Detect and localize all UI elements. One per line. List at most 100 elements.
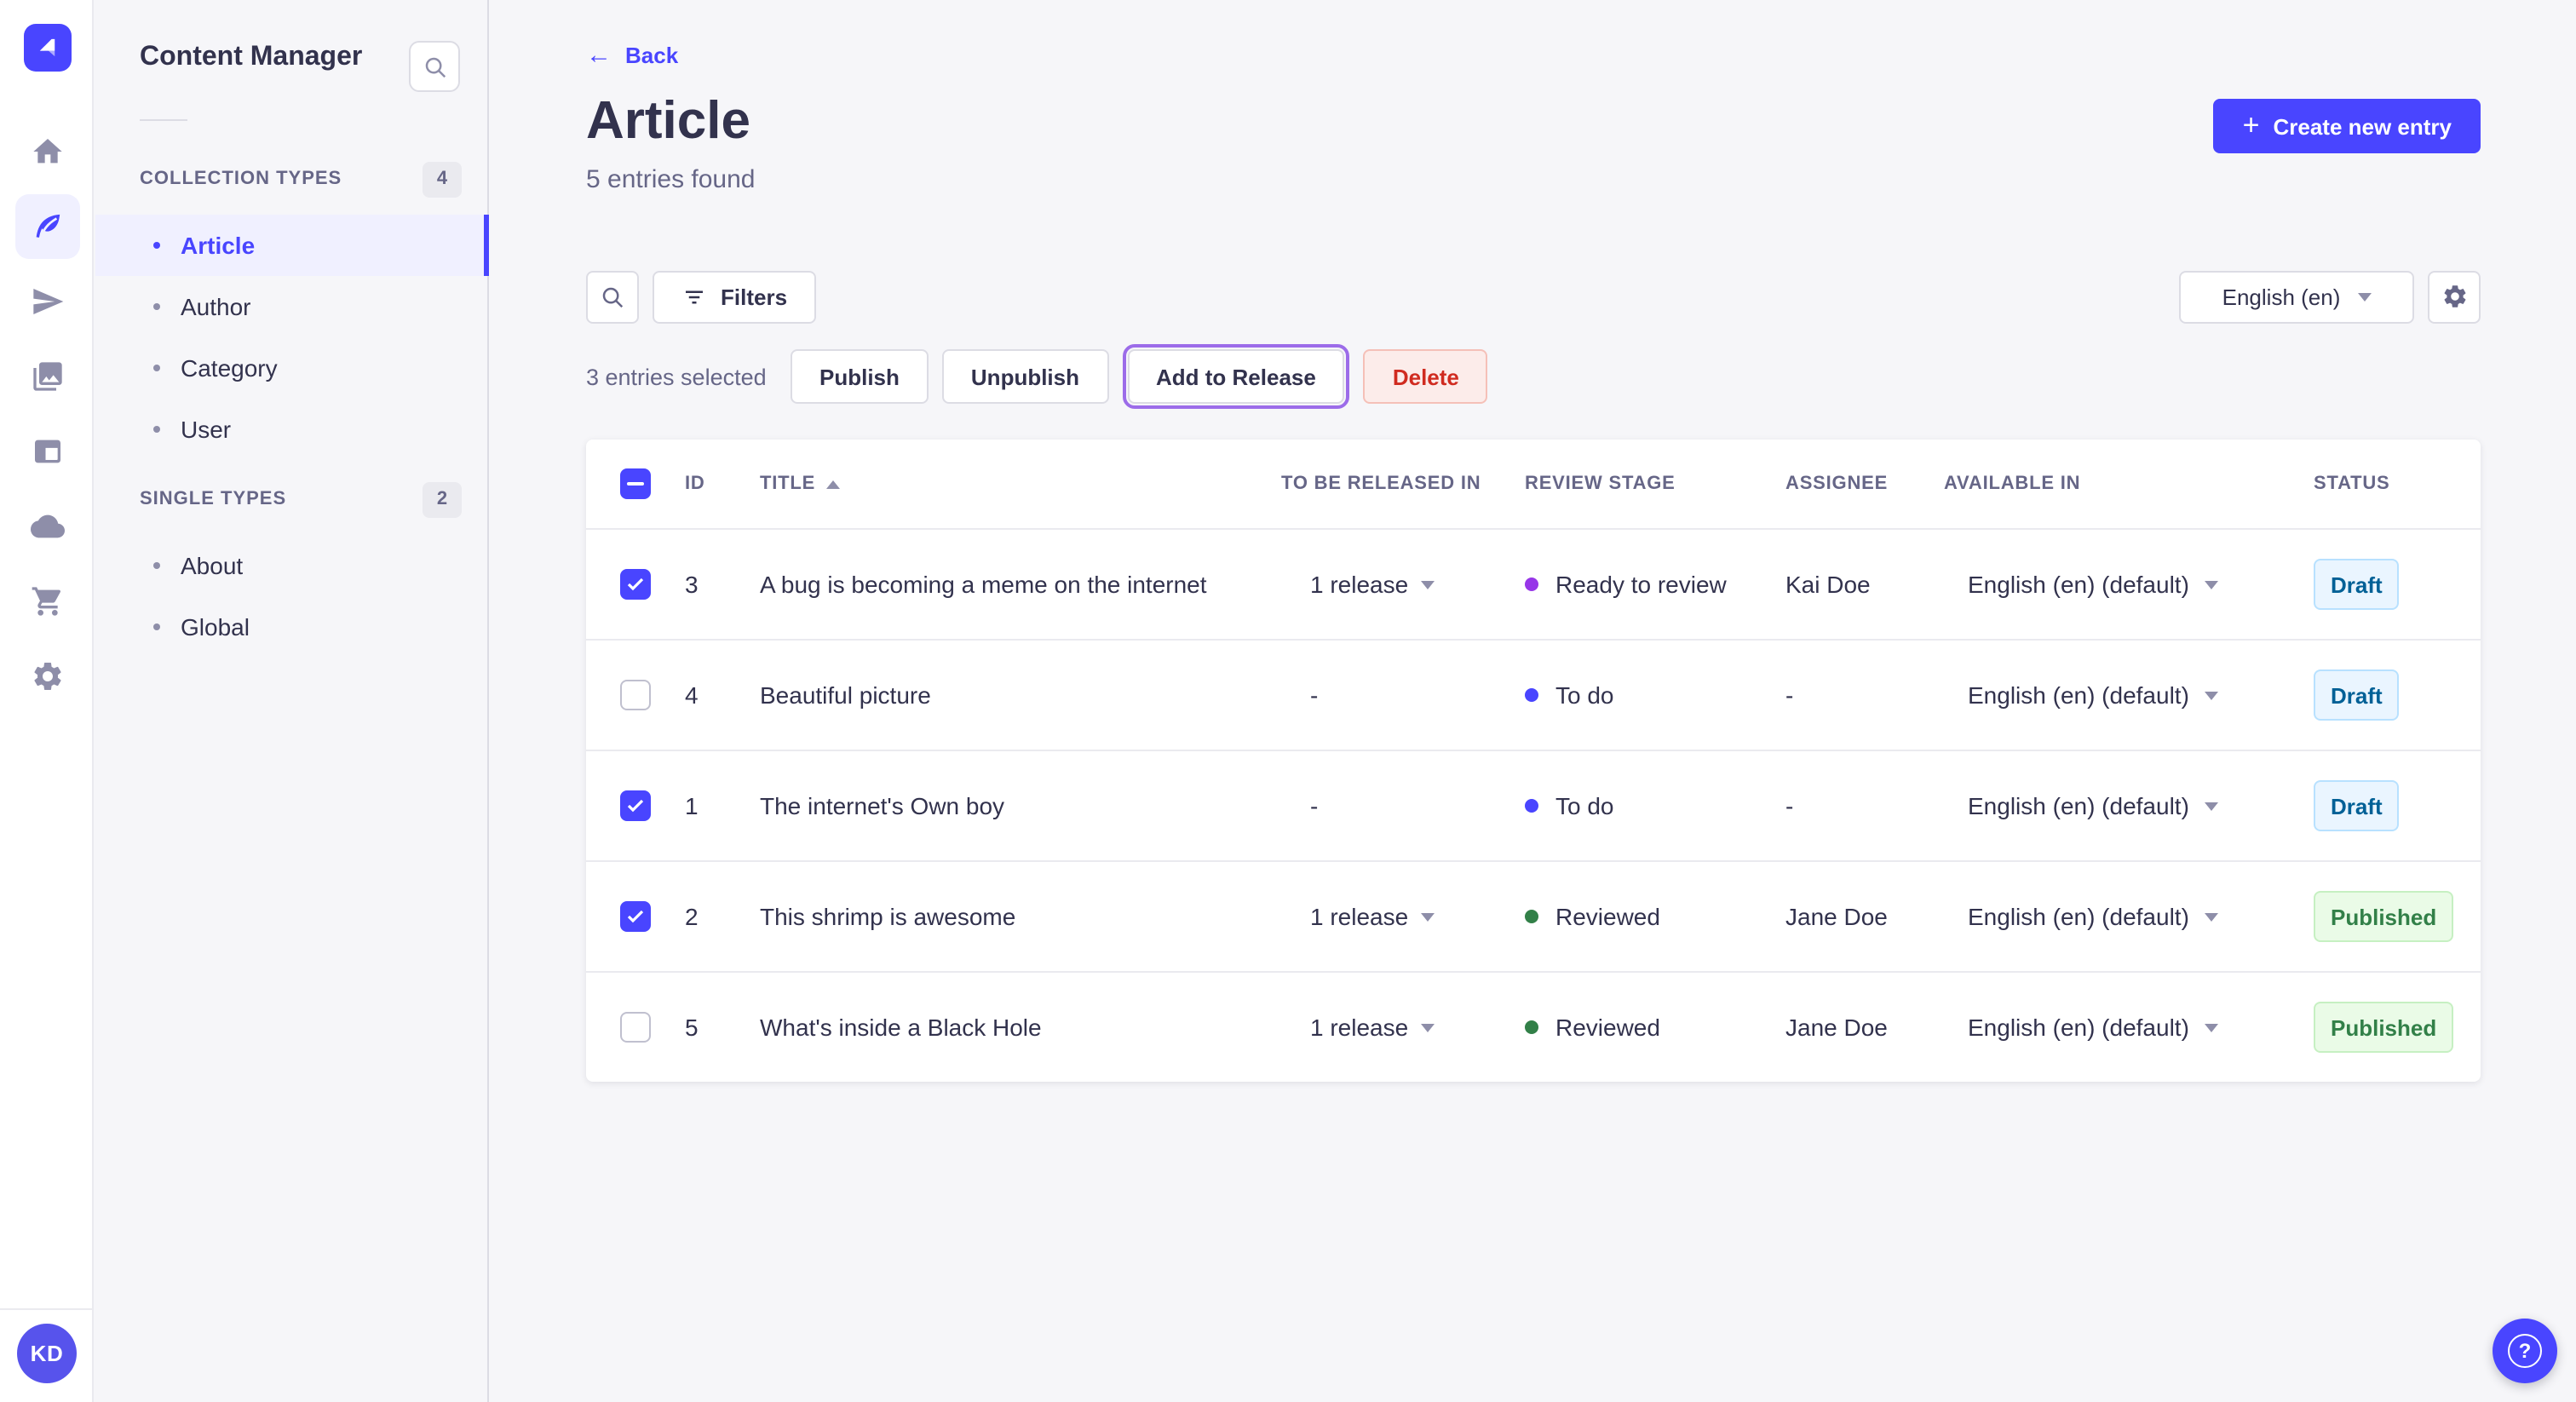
search-icon [424, 56, 446, 78]
row-checkbox[interactable] [620, 790, 651, 821]
table-row[interactable]: 2 This shrimp is awesome 1 release Revie… [586, 860, 2481, 971]
nav-content-manager[interactable] [14, 194, 79, 259]
cell-title: Beautiful picture [760, 681, 931, 709]
unpublish-button[interactable]: Unpublish [941, 349, 1108, 404]
strapi-logo-icon [39, 38, 55, 57]
sidebar-item-label: Global [181, 613, 250, 641]
cell-available-in[interactable]: English (en) (default) [1944, 792, 2314, 819]
bullet-icon [153, 623, 160, 630]
cell-available-in[interactable]: English (en) (default) [1944, 681, 2314, 709]
cell-release[interactable]: - [1281, 681, 1525, 709]
gear-icon [33, 663, 60, 690]
sort-ascending-icon [825, 480, 840, 488]
chevron-down-icon [2204, 691, 2218, 699]
nav-deploy[interactable] [14, 269, 79, 334]
search-icon [602, 286, 624, 307]
page-title: Article [586, 90, 750, 150]
row-checkbox[interactable] [620, 1012, 651, 1043]
review-stage-dot [1525, 910, 1538, 923]
table-row[interactable]: 3 A bug is becoming a meme on the intern… [586, 528, 2481, 639]
release-value: 1 release [1310, 1014, 1409, 1041]
cell-assignee: - [1785, 681, 1794, 709]
row-checkbox[interactable] [620, 569, 651, 600]
cell-available-in[interactable]: English (en) (default) [1944, 903, 2314, 930]
single-types-header: SINGLE TYPES 2 [95, 480, 489, 518]
entries-table: ID TITLE TO BE RELEASED IN REVIEW STAGE … [586, 440, 2481, 1082]
table-row[interactable]: 1 The internet's Own boy - To do - Engli… [586, 750, 2481, 860]
nav-media-library[interactable] [14, 344, 79, 409]
locale-select[interactable]: English (en) [2179, 270, 2414, 323]
create-new-entry-label: Create new entry [2273, 113, 2452, 139]
nav-marketplace[interactable] [14, 569, 79, 634]
chevron-down-icon [1420, 912, 1435, 921]
sidebar-item-label: About [181, 552, 244, 579]
delete-button[interactable]: Delete [1363, 349, 1488, 404]
cell-id: 4 [685, 681, 699, 709]
sidebar-item-author[interactable]: Author [95, 276, 489, 337]
help-button[interactable]: ? [2493, 1319, 2557, 1383]
cell-assignee: Jane Doe [1785, 903, 1888, 930]
row-checkbox[interactable] [620, 680, 651, 710]
table-row[interactable]: 4 Beautiful picture - To do - English (e… [586, 639, 2481, 750]
review-stage-dot [1525, 688, 1538, 702]
table-body: 3 A bug is becoming a meme on the intern… [586, 528, 2481, 1082]
column-header-title[interactable]: TITLE [760, 474, 1281, 494]
column-header-status: STATUS [2314, 474, 2390, 494]
sidebar-item-user[interactable]: User [95, 399, 489, 460]
cell-title: The internet's Own boy [760, 792, 1005, 819]
cell-release[interactable]: 1 release [1281, 1014, 1525, 1041]
status-badge: Published [2314, 891, 2454, 942]
nav-home[interactable] [14, 119, 79, 184]
nav-cloud[interactable] [14, 494, 79, 559]
cell-id: 2 [685, 903, 699, 930]
cloud-icon [30, 514, 64, 538]
sidebar-item-global[interactable]: Global [95, 596, 489, 658]
sidebar-item-label: Category [181, 354, 278, 382]
back-link[interactable]: ← Back [586, 43, 678, 68]
sidebar-item-category[interactable]: Category [95, 337, 489, 399]
selected-entries-text: 3 entries selected [586, 364, 767, 389]
sidebar-item-article[interactable]: Article [95, 215, 489, 276]
cell-review-stage: To do [1525, 681, 1785, 709]
cell-release[interactable]: 1 release [1281, 903, 1525, 930]
subnav-divider [140, 119, 187, 121]
view-settings-button[interactable] [2428, 270, 2481, 323]
question-mark-icon: ? [2508, 1334, 2542, 1368]
row-checkbox[interactable] [620, 901, 651, 932]
cell-release[interactable]: 1 release [1281, 571, 1525, 598]
review-stage-label: Reviewed [1555, 1014, 1660, 1041]
sidebar-item-label: User [181, 416, 232, 443]
release-value: - [1310, 792, 1319, 819]
filters-button[interactable]: Filters [653, 270, 817, 323]
available-in-value: English (en) (default) [1968, 792, 2189, 819]
strapi-logo[interactable] [24, 24, 72, 72]
subnav-search-button[interactable] [409, 41, 460, 92]
locale-selected-value: English (en) [2222, 284, 2341, 309]
sidebar-item-about[interactable]: About [95, 535, 489, 596]
select-all-checkbox[interactable] [620, 468, 651, 499]
status-badge: Draft [2314, 559, 2400, 610]
cell-available-in[interactable]: English (en) (default) [1944, 571, 2314, 598]
nav-content-type-builder[interactable] [14, 419, 79, 484]
user-avatar[interactable]: KD [17, 1324, 77, 1383]
create-new-entry-button[interactable]: + Create new entry [2213, 99, 2481, 153]
cell-release[interactable]: - [1281, 792, 1525, 819]
column-header-to-be-released-in: TO BE RELEASED IN [1281, 474, 1481, 494]
table-row[interactable]: 5 What's inside a Black Hole 1 release R… [586, 971, 2481, 1082]
add-to-release-button[interactable]: Add to Release [1127, 349, 1345, 404]
status-badge: Published [2314, 1002, 2454, 1053]
table-search-button[interactable] [586, 270, 639, 323]
review-stage-dot [1525, 1020, 1538, 1034]
gear-icon [2443, 285, 2465, 307]
collection-types-header: COLLECTION TYPES 4 [95, 160, 489, 198]
subnav-title: Content Manager [140, 43, 363, 72]
bullet-icon [153, 426, 160, 433]
publish-button[interactable]: Publish [791, 349, 929, 404]
check-icon [627, 799, 644, 813]
back-label: Back [625, 43, 679, 68]
check-icon [627, 577, 644, 591]
cell-review-stage: Reviewed [1525, 1014, 1785, 1041]
column-header-id[interactable]: ID [685, 474, 760, 494]
nav-settings[interactable] [14, 644, 79, 709]
cell-available-in[interactable]: English (en) (default) [1944, 1014, 2314, 1041]
